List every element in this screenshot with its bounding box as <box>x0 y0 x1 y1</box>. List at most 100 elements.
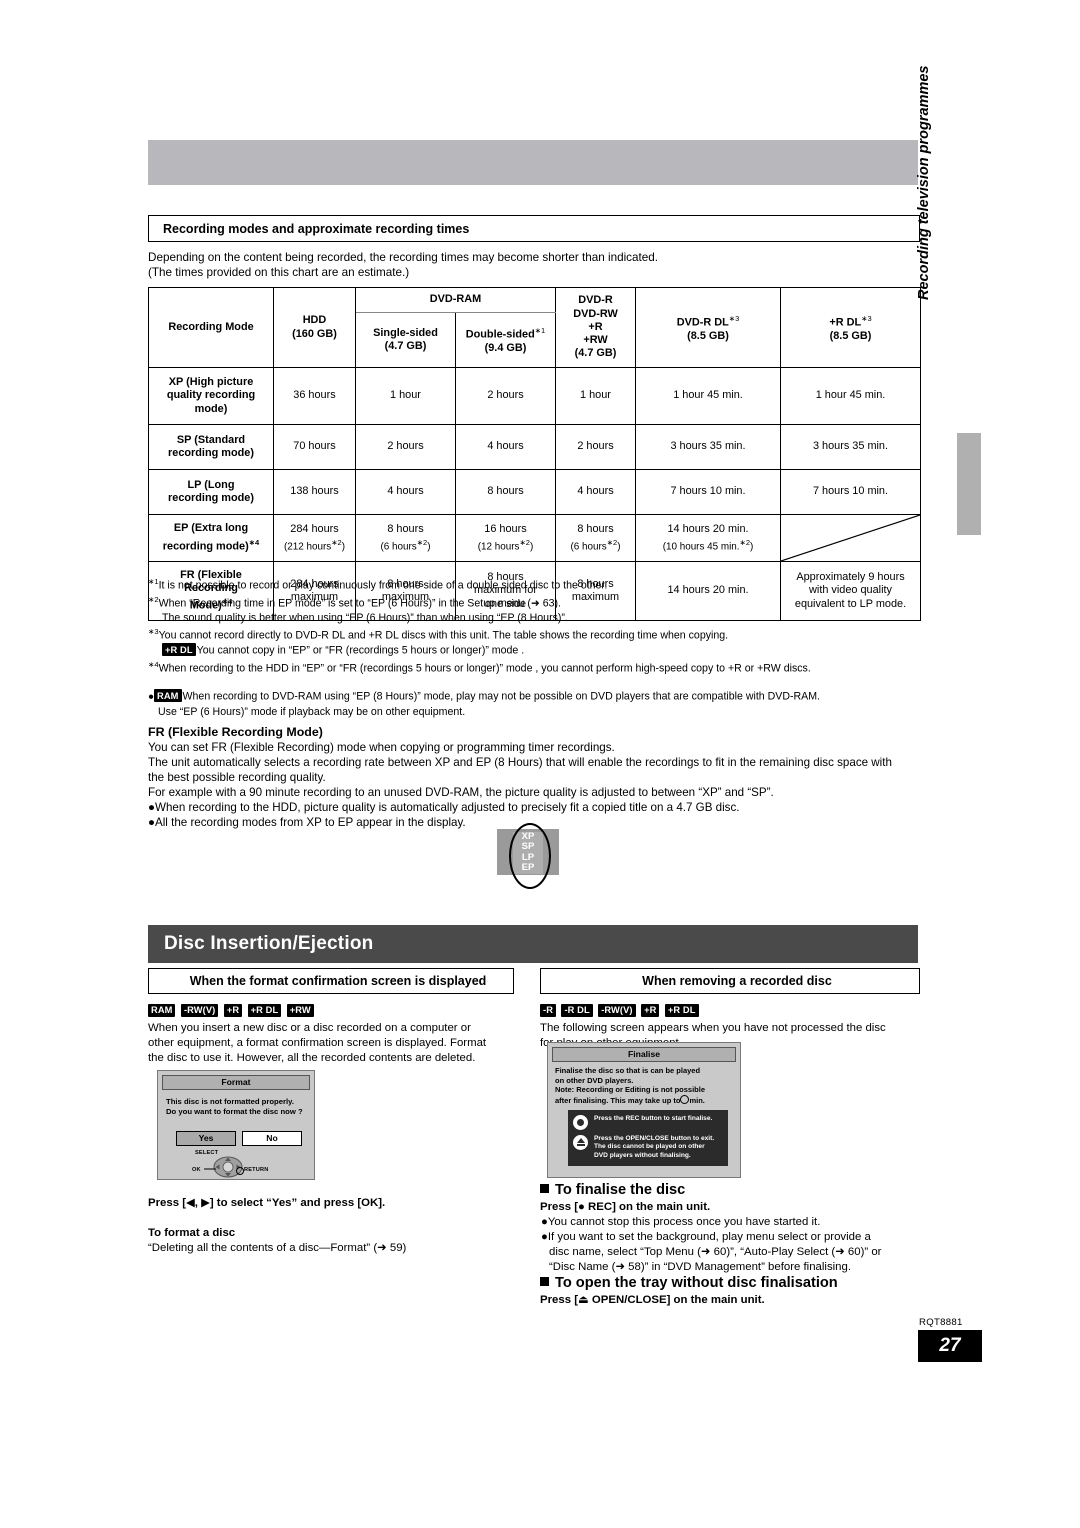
nav-return-label: RETURN <box>244 1167 269 1173</box>
disc-badge-plus-r: +R <box>223 1003 243 1017</box>
cell-lp-double: 8 hours <box>455 469 556 515</box>
return-button-icon <box>236 1167 244 1175</box>
fr-paragraph-2: The unit automatically selects a recordi… <box>148 756 892 770</box>
section-title-label: Disc Insertion/Ejection <box>164 933 374 954</box>
side-tab-label: Recording television programmes <box>916 65 932 300</box>
fr-heading: FR (Flexible Recording Mode) <box>148 725 323 739</box>
format-dialog-buttons: Yes No <box>176 1131 310 1146</box>
footnote-marker: ∗3 <box>861 313 872 323</box>
section-title-bar-disc-insertion-ejection: Disc Insertion/Ejection <box>148 925 918 963</box>
left-caption-press: Press [◀, ▶] to select “Yes” and press [… <box>148 1197 386 1209</box>
side-tab-marker <box>957 433 981 535</box>
cell-ep-hdd: 284 hours (212 hours∗2) <box>273 514 356 562</box>
cell-sp-double: 4 hours <box>455 424 556 470</box>
cell-ep-dl: 14 hours 20 min. (10 hours 45 min.∗2) <box>635 514 781 562</box>
footnote-1: ∗1It is not possible to record or play c… <box>148 577 608 592</box>
cell-xp-double: 2 hours <box>455 367 556 425</box>
cell-sp-rdl: 3 hours 35 min. <box>780 424 921 470</box>
disc-badge-rw-v: -RW(V) <box>180 1003 219 1017</box>
intro-paragraph: Depending on the content being recorded,… <box>148 250 938 280</box>
format-dialog-screenshot: Format This disc is not formatted proper… <box>157 1070 315 1180</box>
finalise-instruction-eject: Press the OPEN/CLOSE button to exit. The… <box>573 1134 723 1160</box>
left-body-line-2: other equipment, a format confirmation s… <box>148 1037 487 1049</box>
footnote-2-continued: The sound quality is better when using “… <box>162 611 568 624</box>
footnote-4: ∗4When recording to the HDD in “EP” or “… <box>148 660 811 675</box>
cell-ep-rdl-not-applicable <box>780 514 921 562</box>
finalise-instruction-panel: Press the REC button to start finalise. … <box>568 1109 728 1167</box>
to-finalise-bullet-2: ●If you want to set the background, play… <box>541 1231 882 1273</box>
left-subheading: To format a disc <box>148 1227 236 1239</box>
disc-badge-plus-r-dl: +R DL <box>664 1003 699 1017</box>
header-dvd-ram-group: DVD-RAM <box>355 287 556 313</box>
finalise-rec-text: Press the REC button to start finalise. <box>594 1114 713 1122</box>
header-recording-mode: Recording Mode <box>148 287 274 368</box>
finalise-dialog-message: Finalise the disc so that is can be play… <box>555 1066 736 1106</box>
disc-badge-plus-rw: +RW <box>286 1003 314 1017</box>
finalise-msg-line-4: after finalising. This may take up to min… <box>555 1095 705 1106</box>
table-row: SP (Standard recording mode) 70 hours 2 … <box>148 424 921 470</box>
rec-button-icon <box>573 1114 588 1130</box>
cell-sp-dl: 3 hours 35 min. <box>635 424 781 470</box>
cell-xp-single: 1 hour <box>355 367 456 425</box>
cell-ep-single: 8 hours (6 hours∗2) <box>355 514 456 562</box>
row-mode-xp: XP (High picture quality recording mode) <box>148 367 274 425</box>
cell-lp-single: 4 hours <box>355 469 456 515</box>
right-column-disc-badges: -R -R DL -RW(V) +R +R DL <box>540 1001 920 1019</box>
fr-paragraph-1: You can set FR (Flexible Recording) mode… <box>148 741 615 754</box>
ram-note-line-2: Use “EP (6 Hours)” mode if playback may … <box>158 705 466 718</box>
finalise-msg-line-1: Finalise the disc so that is can be play… <box>555 1066 701 1075</box>
footnote-marker: ∗3 <box>728 313 740 323</box>
document-code: RQT8881 <box>919 1317 963 1328</box>
table-row: XP (High picture quality recording mode)… <box>148 367 921 425</box>
ok-pointer-icon <box>204 1168 216 1170</box>
format-no-button[interactable]: No <box>242 1131 302 1146</box>
right-column: When removing a recorded disc -R -R DL -… <box>540 968 920 1051</box>
finalise-dialog-screenshot: Finalise Finalise the disc so that is ca… <box>547 1042 741 1178</box>
cell-lp-dl: 7 hours 10 min. <box>635 469 781 515</box>
header-double-sided: Double-sided∗1 (9.4 GB) <box>455 312 556 368</box>
section-heading-recording-modes: Recording modes and approximate recordin… <box>148 215 920 242</box>
format-msg-line-1: This disc is not formatted properly. <box>166 1097 294 1106</box>
to-finalise-bullet-1: ●You cannot stop this process once you h… <box>541 1216 821 1228</box>
finalise-msg-line-3: Note: Recording or Editing is not possib… <box>555 1085 706 1095</box>
disc-badge-rw-v: -RW(V) <box>598 1003 636 1017</box>
header-dvd-r-dl: DVD-R DL∗3 (8.5 GB) <box>635 287 781 368</box>
ram-note-line-1: ● RAM When recording to DVD-RAM using “EP … <box>148 689 820 703</box>
table-row: EP (Extra long recording mode)∗4 284 hou… <box>148 514 921 562</box>
fr-paragraph-3: the best possible recording quality. <box>148 771 326 785</box>
cell-xp-rdl: 1 hour 45 min. <box>780 367 921 425</box>
cell-lp-dvdr: 4 hours <box>555 469 636 515</box>
table-header-group-row: Recording Mode HDD (160 GB) DVD-RAM DVD-… <box>148 287 921 368</box>
left-column: When the format confirmation screen is d… <box>148 968 514 1066</box>
square-bullet-icon <box>540 1184 549 1193</box>
remote-nav-hint: SELECT OK RETURN <box>162 1149 310 1179</box>
row-mode-ep: EP (Extra long recording mode)∗4 <box>148 514 274 562</box>
highlight-ellipse-icon <box>509 823 551 889</box>
to-finalise-press: Press [● REC] on the main unit. <box>540 1201 711 1213</box>
page-number: 27 <box>939 1335 961 1356</box>
finalise-msg-line-2: on other DVD players. <box>555 1075 634 1085</box>
format-yes-button[interactable]: Yes <box>176 1131 236 1146</box>
to-open-tray-press: Press [⏏ OPEN/CLOSE] on the main unit. <box>540 1294 765 1306</box>
disc-badge-minus-r-dl: -R DL <box>561 1003 593 1017</box>
left-column-heading: When the format confirmation screen is d… <box>148 968 514 994</box>
manual-page: Recording modes and approximate recordin… <box>0 0 1080 1528</box>
footnote-2: ∗2When “Recording time in EP mode” is se… <box>148 594 561 610</box>
disc-badge-plus-r-dl: +R DL <box>162 643 196 657</box>
left-column-body: When you insert a new disc or a disc rec… <box>148 1021 514 1066</box>
cell-ep-double: 16 hours (12 hours∗2) <box>455 514 556 562</box>
disc-badge-plus-r-dl: +R DL <box>247 1003 282 1017</box>
footnote-3-continued: +R DL You cannot copy in “EP” or “FR (rec… <box>148 643 923 658</box>
row-mode-lp: LP (Long recording mode) <box>148 469 274 515</box>
table-row: LP (Long recording mode) 138 hours 4 hou… <box>148 469 921 515</box>
top-grey-banner <box>148 140 918 185</box>
cell-xp-hdd: 36 hours <box>273 367 356 425</box>
recording-times-table: Recording Mode HDD (160 GB) DVD-RAM DVD-… <box>148 287 921 621</box>
open-close-button-icon <box>573 1134 588 1150</box>
nav-ok-label: OK <box>192 1167 201 1173</box>
header-dvd-r-family: DVD-R DVD-RW +R +RW (4.7 GB) <box>555 287 636 368</box>
left-column-captions: Press [◀, ▶] to select “Yes” and press [… <box>148 1196 528 1256</box>
format-dialog-message: This disc is not formatted properly. Do … <box>166 1097 310 1117</box>
cell-ep-dvdr: 8 hours (6 hours∗2) <box>555 514 636 562</box>
cell-xp-dl: 1 hour 45 min. <box>635 367 781 425</box>
